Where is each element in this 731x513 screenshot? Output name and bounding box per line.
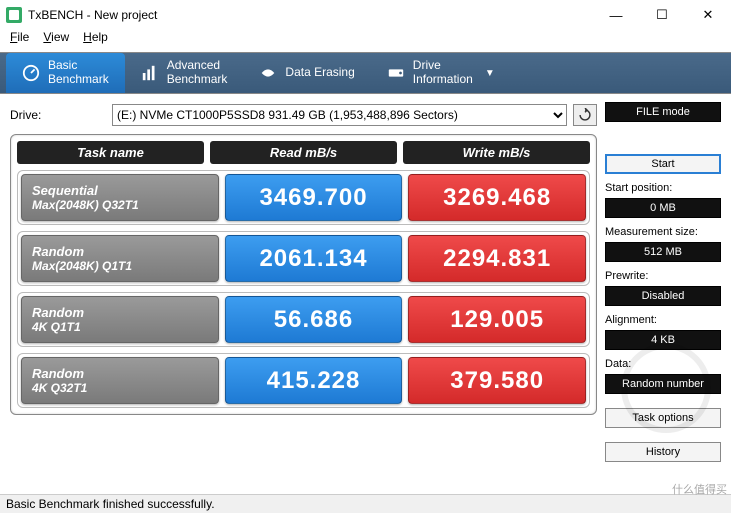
tab-data-erasing[interactable]: Data Erasing <box>243 53 370 93</box>
tab-label: AdvancedBenchmark <box>167 59 228 87</box>
tabbar: BasicBenchmark AdvancedBenchmark Data Er… <box>0 52 731 94</box>
prewrite-value[interactable]: Disabled <box>605 286 721 306</box>
task-cell[interactable]: Random4K Q1T1 <box>21 296 219 343</box>
data-value[interactable]: Random number <box>605 374 721 394</box>
tab-label: BasicBenchmark <box>48 59 109 87</box>
titlebar: TxBENCH - New project — ☐ ✕ <box>0 0 731 30</box>
menu-view[interactable]: View <box>43 30 69 50</box>
read-value: 56.686 <box>225 296 403 343</box>
file-mode-button[interactable]: FILE mode <box>605 102 721 122</box>
bench-row: SequentialMax(2048K) Q32T1 3469.700 3269… <box>17 170 590 225</box>
tab-label: DriveInformation <box>413 59 473 87</box>
drive-icon <box>387 64 405 82</box>
prewrite-label: Prewrite: <box>605 270 721 282</box>
refresh-icon <box>578 108 592 122</box>
window-title: TxBENCH - New project <box>28 8 593 22</box>
erase-icon <box>259 64 277 82</box>
tab-advanced-benchmark[interactable]: AdvancedBenchmark <box>125 53 244 93</box>
task-cell[interactable]: SequentialMax(2048K) Q32T1 <box>21 174 219 221</box>
drive-select[interactable]: (E:) NVMe CT1000P5SSD8 931.49 GB (1,953,… <box>112 104 567 126</box>
history-button[interactable]: History <box>605 442 721 462</box>
menubar: File View Help <box>0 30 731 50</box>
status-bar: Basic Benchmark finished successfully. <box>0 494 731 513</box>
benchmark-panel: Task name Read mB/s Write mB/s Sequentia… <box>10 134 597 415</box>
menu-help[interactable]: Help <box>83 30 108 50</box>
start-position-value[interactable]: 0 MB <box>605 198 721 218</box>
task-cell[interactable]: Random4K Q32T1 <box>21 357 219 404</box>
tab-drive-information[interactable]: DriveInformation ▼ <box>371 53 511 93</box>
start-button[interactable]: Start <box>605 154 721 174</box>
app-icon <box>6 7 22 23</box>
alignment-label: Alignment: <box>605 314 721 326</box>
tab-basic-benchmark[interactable]: BasicBenchmark <box>6 53 125 93</box>
write-value: 2294.831 <box>408 235 586 282</box>
alignment-value[interactable]: 4 KB <box>605 330 721 350</box>
start-position-label: Start position: <box>605 182 721 194</box>
menu-file[interactable]: File <box>10 30 29 50</box>
refresh-button[interactable] <box>573 104 597 126</box>
measurement-size-value[interactable]: 512 MB <box>605 242 721 262</box>
measurement-size-label: Measurement size: <box>605 226 721 238</box>
header-task: Task name <box>17 141 204 164</box>
chart-icon <box>141 64 159 82</box>
header-write: Write mB/s <box>403 141 590 164</box>
maximize-button[interactable]: ☐ <box>639 0 685 30</box>
write-value: 129.005 <box>408 296 586 343</box>
close-button[interactable]: ✕ <box>685 0 731 30</box>
data-label: Data: <box>605 358 721 370</box>
bench-row: RandomMax(2048K) Q1T1 2061.134 2294.831 <box>17 231 590 286</box>
write-value: 3269.468 <box>408 174 586 221</box>
drive-label: Drive: <box>10 108 106 122</box>
bench-row: Random4K Q1T1 56.686 129.005 <box>17 292 590 347</box>
read-value: 415.228 <box>225 357 403 404</box>
read-value: 2061.134 <box>225 235 403 282</box>
bench-row: Random4K Q32T1 415.228 379.580 <box>17 353 590 408</box>
task-options-button[interactable]: Task options <box>605 408 721 428</box>
tab-label: Data Erasing <box>285 66 354 80</box>
gauge-icon <box>22 64 40 82</box>
chevron-down-icon: ▼ <box>485 68 495 79</box>
task-cell[interactable]: RandomMax(2048K) Q1T1 <box>21 235 219 282</box>
read-value: 3469.700 <box>225 174 403 221</box>
header-read: Read mB/s <box>210 141 397 164</box>
write-value: 379.580 <box>408 357 586 404</box>
minimize-button[interactable]: — <box>593 0 639 30</box>
